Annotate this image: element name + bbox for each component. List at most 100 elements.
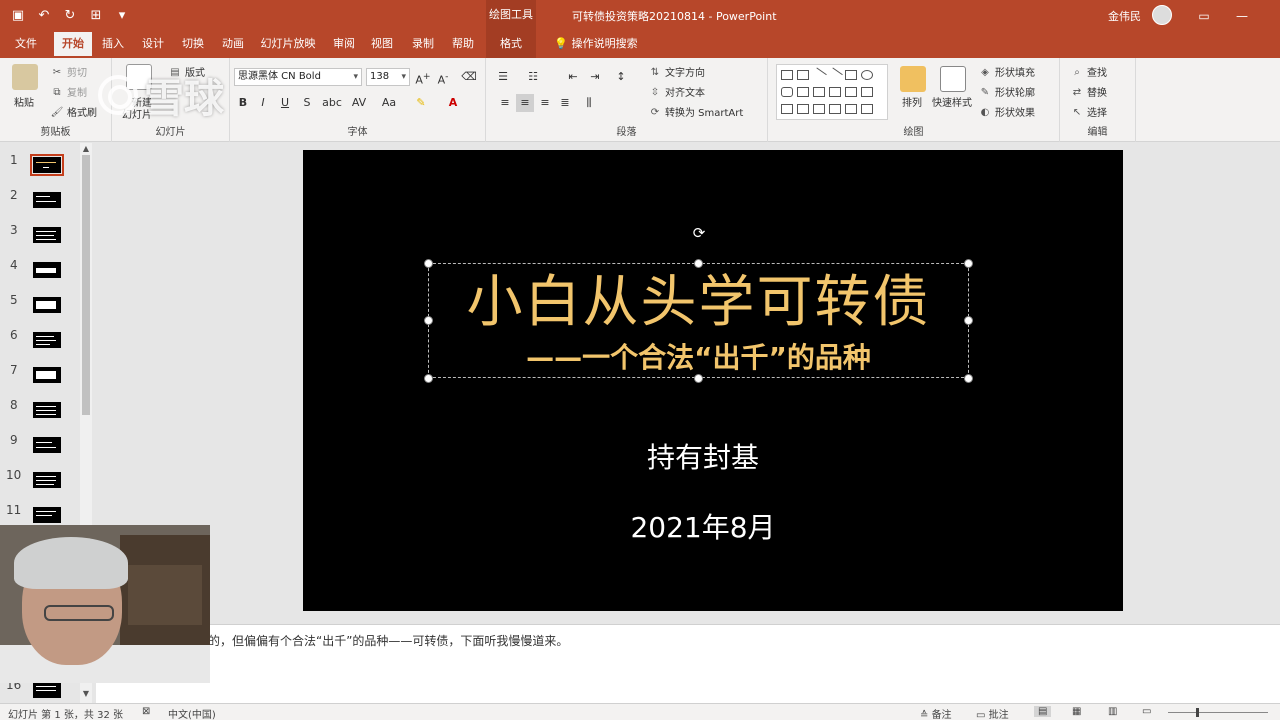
slide-thumbnail[interactable]: 7 xyxy=(0,363,80,398)
elbow-shape-icon[interactable] xyxy=(813,87,825,97)
slide-preview[interactable] xyxy=(33,297,61,313)
normal-view-icon[interactable]: ▤ xyxy=(1034,706,1052,717)
oval-shape-icon[interactable] xyxy=(861,70,873,80)
notes-text[interactable]: 的，但偏偏有个合法“出千”的品种——可转债，下面听我慢慢道来。 xyxy=(208,632,568,649)
arrange-button[interactable]: 排列 xyxy=(902,94,922,109)
strikethrough-icon[interactable]: abc xyxy=(320,94,344,112)
decrease-indent-icon[interactable]: ⇤ xyxy=(564,68,582,86)
align-center-icon[interactable]: ≡ xyxy=(516,94,534,112)
line-spacing-icon[interactable]: ↕ xyxy=(612,68,630,86)
increase-indent-icon[interactable]: ⇥ xyxy=(586,68,604,86)
align-text-button[interactable]: ⇳ 对齐文本 xyxy=(648,84,705,99)
rect-shape-icon[interactable] xyxy=(845,70,857,80)
resize-handle-nw[interactable] xyxy=(424,259,433,268)
curly-shape-icon[interactable] xyxy=(829,104,841,114)
tab-file[interactable]: 文件 xyxy=(6,32,46,58)
slide-thumbnail[interactable]: 6 xyxy=(0,328,80,363)
shape-effects-button[interactable]: ◐ 形状效果 xyxy=(978,104,1035,119)
find-button[interactable]: ⌕ 查找 xyxy=(1070,64,1107,79)
slide-thumbnail[interactable]: 1 xyxy=(0,153,80,188)
avatar[interactable] xyxy=(1152,5,1172,25)
quick-styles-icon[interactable] xyxy=(940,66,966,92)
slide-preview[interactable] xyxy=(33,682,61,698)
tab-insert[interactable]: 插入 xyxy=(96,32,130,58)
tab-help[interactable]: 帮助 xyxy=(446,32,480,58)
textbox-shape-icon[interactable] xyxy=(781,70,793,80)
numbering-icon[interactable]: ☷ xyxy=(524,68,542,86)
ribbon-display-icon[interactable]: ▭ xyxy=(1194,6,1214,26)
slide-thumbnail[interactable]: 9 xyxy=(0,433,80,468)
slide-thumbnail[interactable]: 5 xyxy=(0,293,80,328)
language-indicator[interactable]: 中文(中国) xyxy=(168,706,216,720)
slide-subtitle[interactable]: ——一个合法“出千”的品种 xyxy=(428,338,969,378)
undo-icon[interactable]: ↶ xyxy=(34,6,54,26)
change-case-icon[interactable]: Aa xyxy=(376,94,402,112)
rounded-rect-shape-icon[interactable] xyxy=(781,87,793,97)
smartart-button[interactable]: ⟳ 转换为 SmartArt xyxy=(648,104,744,119)
minimize-icon[interactable]: — xyxy=(1232,6,1252,26)
scroll-thumb[interactable] xyxy=(82,155,90,415)
comments-button[interactable]: ▭ 批注 xyxy=(976,706,1009,720)
curve-shape-icon[interactable] xyxy=(829,87,841,97)
slide-title[interactable]: 小白从头学可转债 xyxy=(428,268,969,338)
zoom-slider[interactable] xyxy=(1168,712,1268,713)
right-arrow-shape-icon[interactable] xyxy=(845,87,857,97)
save-icon[interactable]: ▣ xyxy=(8,6,28,26)
present-icon[interactable]: ⊞ xyxy=(86,6,106,26)
slide-date[interactable]: 2021年8月 xyxy=(303,508,1103,548)
star5-shape-icon[interactable] xyxy=(861,104,873,114)
slide-preview[interactable] xyxy=(33,227,61,243)
format-painter-button[interactable]: 🖌 格式刷 xyxy=(50,104,97,119)
bracket-shape-icon[interactable] xyxy=(845,104,857,114)
slide-thumbnail[interactable]: 3 xyxy=(0,223,80,258)
tab-animations[interactable]: 动画 xyxy=(216,32,250,58)
tab-design[interactable]: 设计 xyxy=(136,32,170,58)
slide-thumbnail[interactable]: 2 xyxy=(0,188,80,223)
arrow-shape-icon[interactable] xyxy=(827,67,843,83)
slide-preview[interactable] xyxy=(33,367,61,383)
resize-handle-n[interactable] xyxy=(694,259,703,268)
slide-preview[interactable] xyxy=(30,154,64,176)
notes-pane[interactable]: 的，但偏偏有个合法“出千”的品种——可转债，下面听我慢慢道来。 xyxy=(96,624,1280,703)
slide-thumbnail[interactable]: 10 xyxy=(0,468,80,503)
text-direction-button[interactable]: ⇅ 文字方向 xyxy=(648,64,705,79)
slideshow-view-icon[interactable]: ▭ xyxy=(1142,706,1151,717)
scroll-down-icon[interactable]: ▼ xyxy=(80,688,92,700)
tab-record[interactable]: 录制 xyxy=(406,32,440,58)
justify-icon[interactable]: ≣ xyxy=(556,94,574,112)
reading-view-icon[interactable]: ▥ xyxy=(1108,706,1117,717)
grow-font-icon[interactable]: A+ xyxy=(414,68,432,87)
scroll-up-icon[interactable]: ▲ xyxy=(80,143,92,155)
align-left-icon[interactable]: ≡ xyxy=(496,94,514,112)
notes-button[interactable]: ≙ 备注 xyxy=(920,706,952,720)
slide-thumbnail[interactable]: 4 xyxy=(0,258,80,293)
font-size-combo[interactable]: 138 xyxy=(366,68,410,86)
brace-shape-icon[interactable] xyxy=(797,104,809,114)
bullets-icon[interactable]: ☰ xyxy=(494,68,512,86)
down-arrow-shape-icon[interactable] xyxy=(861,87,873,97)
slide-preview[interactable] xyxy=(33,192,61,208)
accessibility-icon[interactable]: ⊠ xyxy=(142,706,150,717)
slide-preview[interactable] xyxy=(33,332,61,348)
slide-preview[interactable] xyxy=(33,262,61,278)
char-spacing-icon[interactable]: AV xyxy=(346,94,372,112)
font-color-icon[interactable]: A xyxy=(444,94,462,112)
resize-handle-ne[interactable] xyxy=(964,259,973,268)
tab-home[interactable]: 开始 xyxy=(54,32,92,58)
copy-button[interactable]: ⧉ 复制 xyxy=(50,84,87,99)
columns-icon[interactable]: ⫼ xyxy=(580,94,598,112)
slide-author[interactable]: 持有封基 xyxy=(303,438,1103,478)
paste-button[interactable]: 粘贴 xyxy=(14,94,34,109)
slide-preview[interactable] xyxy=(33,437,61,453)
cut-button[interactable]: ✂ 剪切 xyxy=(50,64,87,79)
clear-format-icon[interactable]: ⌫ xyxy=(460,68,478,86)
slide-preview[interactable] xyxy=(33,507,61,523)
triangle-shape-icon[interactable] xyxy=(797,87,809,97)
zoom-knob[interactable] xyxy=(1196,708,1199,717)
align-right-icon[interactable]: ≡ xyxy=(536,94,554,112)
shapes-gallery[interactable] xyxy=(776,64,888,120)
shrink-font-icon[interactable]: A- xyxy=(434,68,452,87)
quick-styles-button[interactable]: 快速样式 xyxy=(932,94,972,109)
shape-outline-button[interactable]: ✎ 形状轮廓 xyxy=(978,84,1035,99)
slide-sorter-icon[interactable]: ▦ xyxy=(1072,706,1081,717)
